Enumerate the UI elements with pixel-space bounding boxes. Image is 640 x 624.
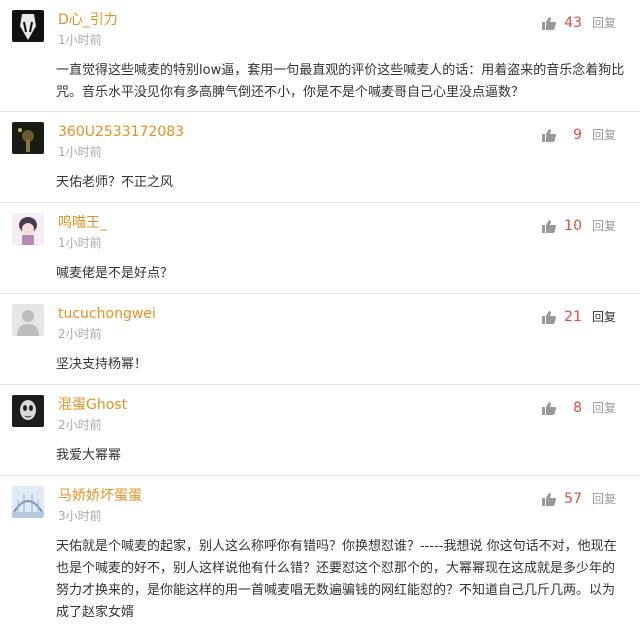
thumbs-up-icon[interactable] xyxy=(541,16,556,30)
username[interactable]: 鸣喵王_ xyxy=(58,213,626,233)
reply-button[interactable]: 回复 xyxy=(592,217,616,234)
username[interactable]: 360U2533172083 xyxy=(58,122,626,142)
like-count: 8 xyxy=(573,399,582,416)
comment-item: tucuchongwei 2小时前 21 回复 坚决支持杨幂！ xyxy=(0,294,640,385)
username[interactable]: 马娇娇坏蛋蛋 xyxy=(58,486,626,506)
like-count: 10 xyxy=(564,217,582,234)
reply-button[interactable]: 回复 xyxy=(592,126,616,143)
avatar[interactable] xyxy=(12,10,44,42)
comment-item: 鸣喵王_ 1小时前 10 回复 喊麦佬是不是好点？ xyxy=(0,203,640,294)
thumbs-up-icon[interactable] xyxy=(541,492,556,506)
thumbs-up-icon[interactable] xyxy=(541,310,556,324)
comment-text: 一直觉得这些喊麦的特别low逼，套用一句最直观的评价这些喊麦人的话：用着盗来的音… xyxy=(56,63,625,100)
avatar[interactable] xyxy=(12,486,44,518)
timestamp: 1小时前 xyxy=(58,145,102,159)
comment-text: 天佑就是个喊麦的起家，别人这么称呼你有错吗？你换想怼谁？-----我想说 你这句… xyxy=(56,539,617,620)
comment-text: 喊麦佬是不是好点？ xyxy=(56,266,174,281)
reply-button[interactable]: 回复 xyxy=(592,308,616,325)
thumbs-up-icon[interactable] xyxy=(541,128,556,142)
timestamp: 1小时前 xyxy=(58,236,102,250)
timestamp: 2小时前 xyxy=(58,327,102,341)
timestamp: 1小时前 xyxy=(58,33,102,47)
username[interactable]: D心_引力 xyxy=(58,10,626,30)
timestamp: 2小时前 xyxy=(58,418,102,432)
comment-text: 坚决支持杨幂！ xyxy=(56,357,148,372)
comment-text: 天佑老师？不正之风 xyxy=(56,175,174,190)
reply-button[interactable]: 回复 xyxy=(592,399,616,416)
like-count: 57 xyxy=(564,490,582,507)
username[interactable]: tucuchongwei xyxy=(58,304,626,324)
comment-item: 360U2533172083 1小时前 9 回复 天佑老师？不正之风 xyxy=(0,112,640,203)
comment-item: 混蛋Ghost 2小时前 8 回复 我爱大幂幂 xyxy=(0,385,640,476)
comment-text: 我爱大幂幂 xyxy=(56,448,122,463)
avatar[interactable] xyxy=(12,122,44,154)
avatar[interactable] xyxy=(12,395,44,427)
avatar[interactable] xyxy=(12,213,44,245)
comment-item: 马娇娇坏蛋蛋 3小时前 57 回复 天佑就是个喊麦的起家，别人这么称呼你有错吗？… xyxy=(0,476,640,620)
like-count: 21 xyxy=(564,308,582,325)
like-count: 43 xyxy=(564,14,582,31)
like-count: 9 xyxy=(573,126,582,143)
thumbs-up-icon[interactable] xyxy=(541,401,556,415)
reply-button[interactable]: 回复 xyxy=(592,490,616,507)
comment-list: D心_引力 1小时前 43 回复 一直觉得这些喊麦的特别low逼，套用一句最直观… xyxy=(0,0,640,620)
thumbs-up-icon[interactable] xyxy=(541,219,556,233)
timestamp: 3小时前 xyxy=(58,509,102,523)
comment-item: D心_引力 1小时前 43 回复 一直觉得这些喊麦的特别low逼，套用一句最直观… xyxy=(0,0,640,112)
avatar[interactable] xyxy=(12,304,44,336)
username[interactable]: 混蛋Ghost xyxy=(58,395,626,415)
reply-button[interactable]: 回复 xyxy=(592,14,616,31)
